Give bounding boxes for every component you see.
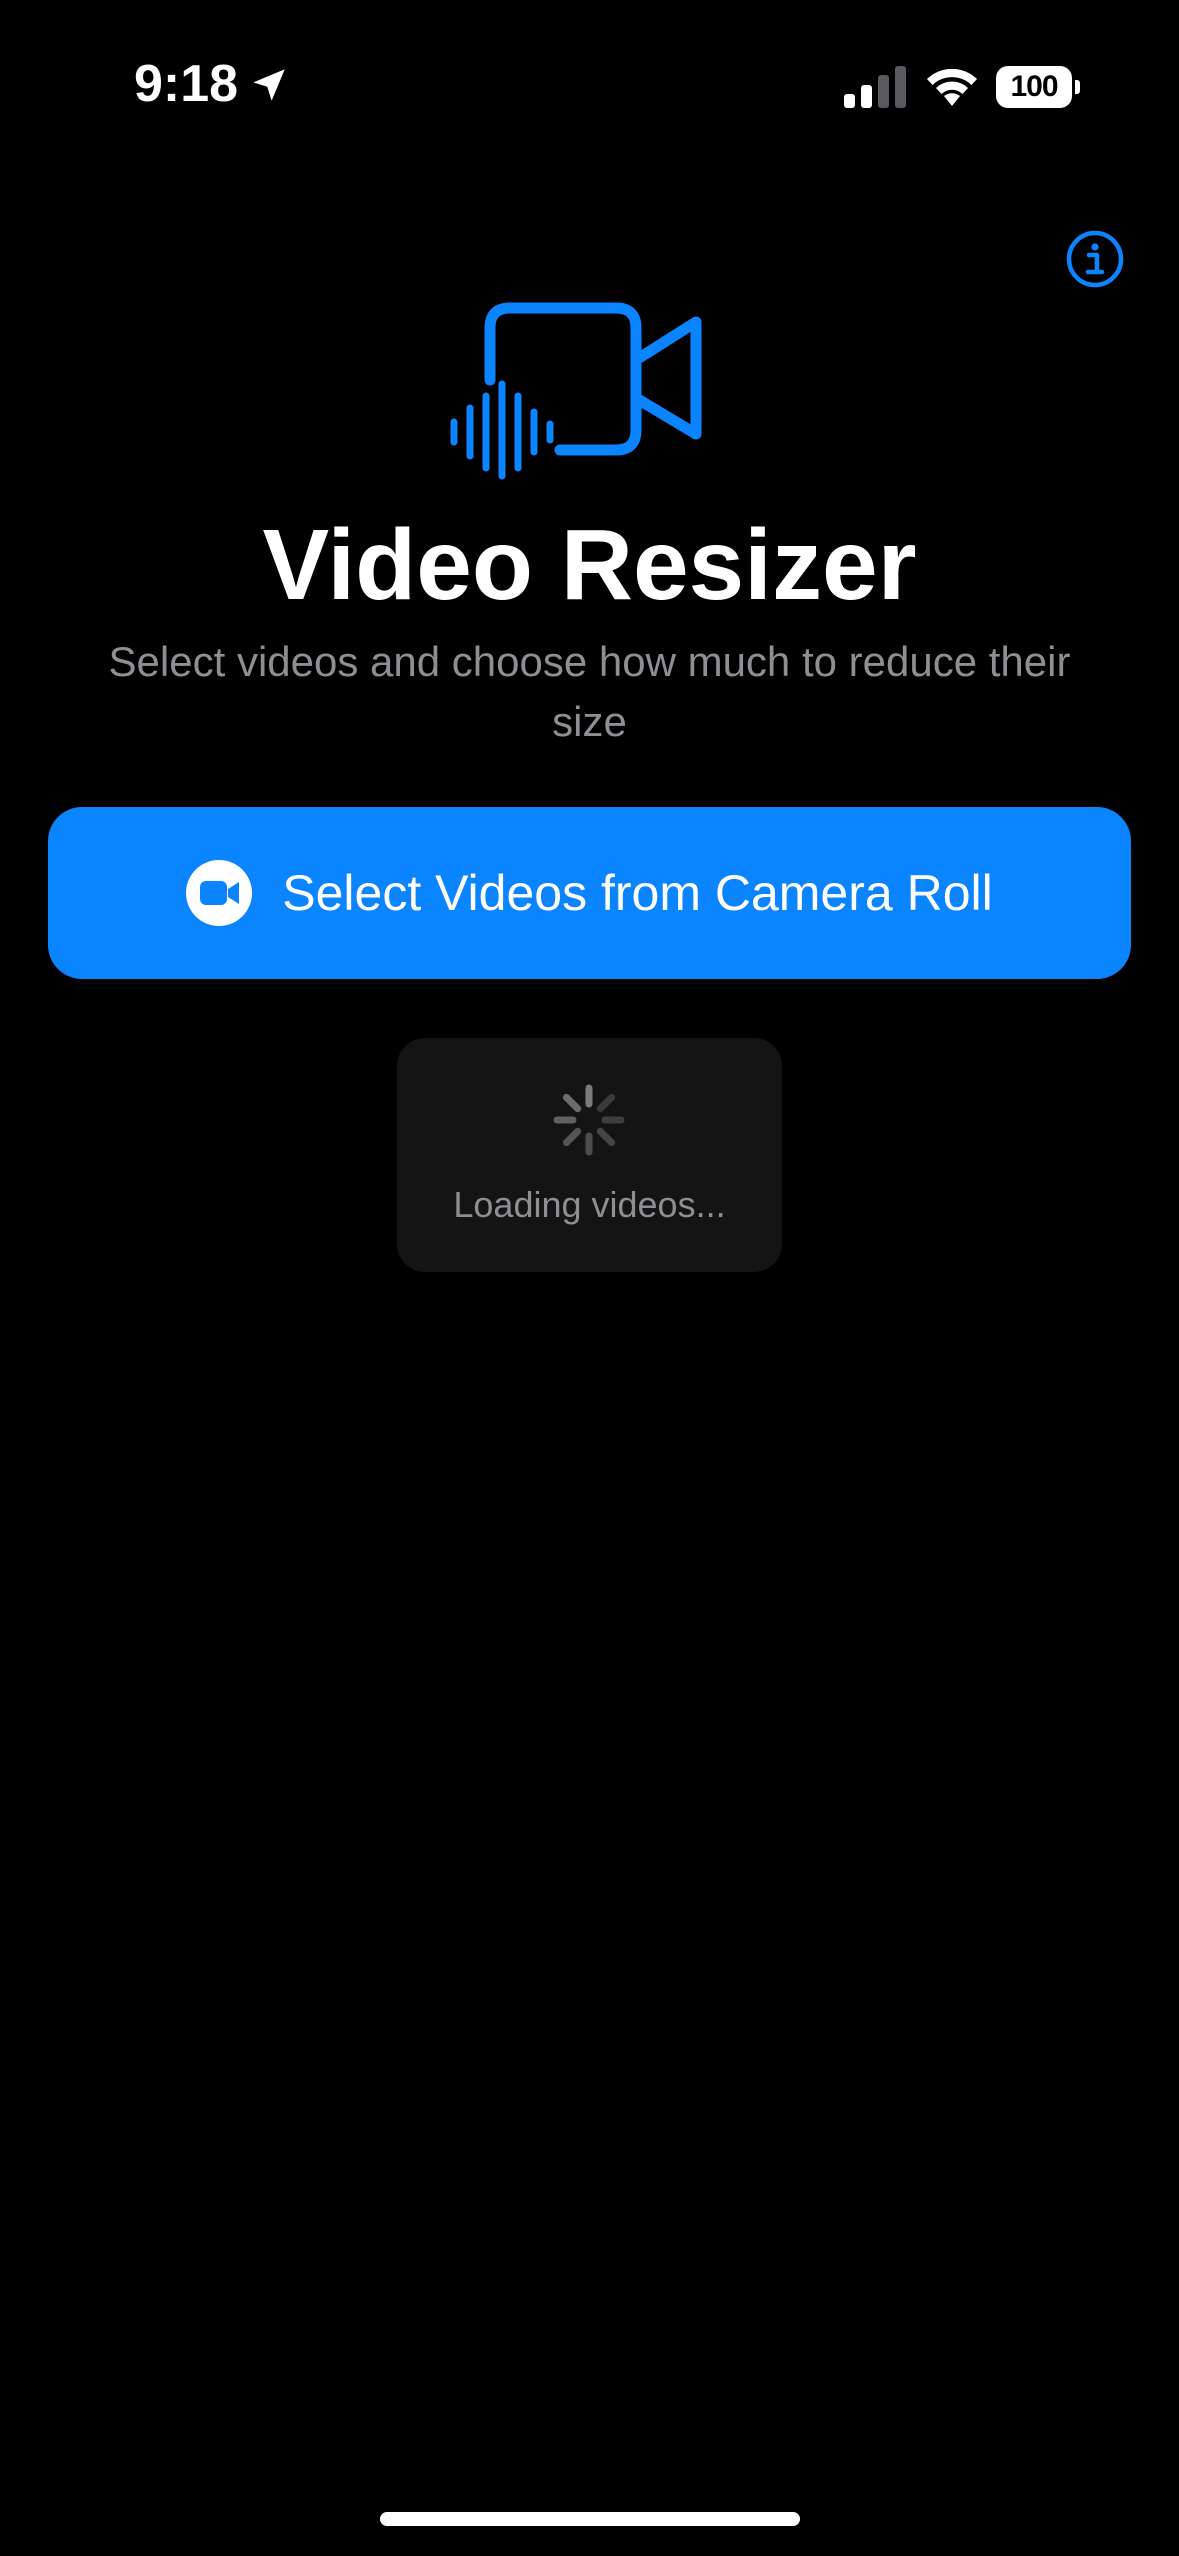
activity-spinner-icon [553,1084,625,1156]
app-subtitle: Select videos and choose how much to red… [108,638,1071,745]
wifi-icon [927,68,977,106]
status-bar: 9:18 100 [0,0,1179,150]
select-videos-label: Select Videos from Camera Roll [282,865,993,921]
loading-text: Loading videos... [453,1184,726,1225]
cellular-signal-icon [844,66,906,108]
app-title: Video Resizer [262,509,917,621]
battery-level: 100 [1010,70,1058,103]
loading-indicator: Loading videos... [397,1038,782,1272]
battery-body: 100 [996,66,1072,108]
info-circle-icon[interactable] [1066,230,1124,288]
video-camera-circle-icon [186,860,253,926]
video-camera-waveform-icon [450,302,702,480]
location-arrow-icon [253,69,285,101]
home-indicator[interactable] [380,2512,800,2526]
battery-indicator: 100 [996,66,1080,108]
select-videos-button[interactable]: Select Videos from Camera Roll [48,807,1131,979]
status-time: 9:18 [134,55,239,113]
battery-cap [1075,80,1080,94]
